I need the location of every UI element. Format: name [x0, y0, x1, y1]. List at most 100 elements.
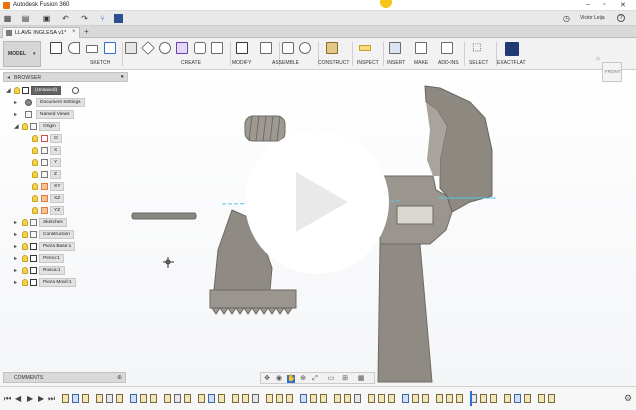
visibility-bulb-icon[interactable]: [22, 279, 28, 286]
visibility-bulb-icon[interactable]: [32, 159, 38, 166]
timeline-feature[interactable]: [344, 394, 351, 403]
timeline-feature[interactable]: [446, 394, 453, 403]
collapse-triangle-icon[interactable]: ◢: [6, 87, 11, 94]
browser-node-root[interactable]: ◢ (Unsaved): [6, 86, 128, 96]
activate-radio-icon[interactable]: [72, 87, 79, 94]
timeline-feature[interactable]: [504, 394, 511, 403]
timeline-feature[interactable]: [106, 394, 113, 403]
home-view-icon[interactable]: ⌂: [596, 56, 600, 62]
timeline-feature[interactable]: [286, 394, 293, 403]
go-to-end-icon[interactable]: ⏭: [48, 394, 55, 404]
pan-icon[interactable]: ✋: [287, 375, 296, 383]
timeline-feature[interactable]: [252, 394, 259, 403]
timeline-feature[interactable]: [548, 394, 555, 403]
browser-node-xy-plane[interactable]: XY: [32, 182, 128, 192]
zoom-icon[interactable]: ⊕: [299, 375, 307, 383]
browser-node-named-views[interactable]: ▸ Named Views: [14, 110, 128, 120]
timeline-feature[interactable]: [184, 394, 191, 403]
timeline-feature[interactable]: [276, 394, 283, 403]
timeline-feature[interactable]: [130, 394, 137, 403]
timeline-feature[interactable]: [116, 394, 123, 403]
collapse-panel-icon[interactable]: ◂: [7, 74, 10, 81]
visibility-bulb-icon[interactable]: [22, 267, 28, 274]
timeline-feature[interactable]: [412, 394, 419, 403]
browser-node-x-axis[interactable]: X: [32, 146, 128, 156]
expand-triangle-icon[interactable]: ▸: [14, 219, 17, 226]
browser-node-pieza-base[interactable]: ▸ Pieza Base:1: [14, 242, 128, 252]
timeline-feature[interactable]: [62, 394, 69, 403]
expand-triangle-icon[interactable]: ▸: [14, 243, 17, 250]
play-timeline-icon[interactable]: ▶: [27, 394, 33, 403]
timeline-feature[interactable]: [174, 394, 181, 403]
viewports-icon[interactable]: ▦: [357, 375, 365, 383]
timeline-feature[interactable]: [490, 394, 497, 403]
timeline-feature[interactable]: [150, 394, 157, 403]
timeline-feature[interactable]: [300, 394, 307, 403]
visibility-bulb-icon[interactable]: [32, 207, 38, 214]
timeline-feature[interactable]: [354, 394, 361, 403]
timeline-feature[interactable]: [208, 394, 215, 403]
comments-panel[interactable]: COMMENTS ⊕: [3, 372, 126, 383]
step-back-icon[interactable]: ◀: [15, 394, 21, 403]
visibility-bulb-icon[interactable]: [32, 183, 38, 190]
timeline-feature[interactable]: [266, 394, 273, 403]
timeline-feature[interactable]: [242, 394, 249, 403]
timeline-feature[interactable]: [140, 394, 147, 403]
expand-triangle-icon[interactable]: ▸: [14, 231, 17, 238]
play-icon[interactable]: [296, 172, 348, 232]
step-forward-icon[interactable]: ▶: [38, 394, 44, 403]
browser-node-pieza-movil[interactable]: ▸ Pieza Movil:1: [14, 278, 128, 288]
timeline-marker[interactable]: [470, 391, 472, 406]
visibility-bulb-icon[interactable]: [32, 147, 38, 154]
visibility-bulb-icon[interactable]: [14, 87, 20, 94]
timeline-feature[interactable]: [198, 394, 205, 403]
expand-triangle-icon[interactable]: ▸: [14, 267, 17, 274]
browser-header[interactable]: ◂ BROWSER ●: [3, 72, 128, 82]
display-settings-icon[interactable]: ▭: [327, 375, 335, 383]
add-comment-icon[interactable]: ⊕: [117, 374, 122, 381]
timeline-feature[interactable]: [96, 394, 103, 403]
timeline-feature[interactable]: [72, 394, 79, 403]
view-cube[interactable]: ⌂ FRONT: [596, 56, 626, 84]
collapse-triangle-icon[interactable]: ◢: [14, 123, 19, 130]
look-at-icon[interactable]: ◉: [275, 375, 283, 383]
timeline-feature[interactable]: [310, 394, 317, 403]
browser-node-y-axis[interactable]: Y: [32, 158, 128, 168]
timeline-feature[interactable]: [388, 394, 395, 403]
fit-icon[interactable]: ⤢: [311, 375, 319, 383]
timeline-feature[interactable]: [524, 394, 531, 403]
timeline-feature[interactable]: [368, 394, 375, 403]
browser-node-rosca[interactable]: ▸ Rosca:1: [14, 266, 128, 276]
browser-node-yz-plane[interactable]: YZ: [32, 206, 128, 216]
visibility-bulb-icon[interactable]: [32, 135, 38, 142]
browser-node-construction[interactable]: ▸ Construction: [14, 230, 128, 240]
pin-panel-icon[interactable]: ●: [120, 74, 124, 80]
timeline-feature[interactable]: [456, 394, 463, 403]
expand-triangle-icon[interactable]: ▸: [14, 279, 17, 286]
browser-node-xz-plane[interactable]: XZ: [32, 194, 128, 204]
timeline-settings-icon[interactable]: ⚙: [624, 393, 632, 404]
grid-settings-icon[interactable]: ⊞: [341, 375, 349, 383]
visibility-bulb-icon[interactable]: [22, 219, 28, 226]
expand-triangle-icon[interactable]: ▸: [14, 111, 17, 118]
browser-node-origin[interactable]: ◢ Origin: [14, 122, 128, 132]
expand-triangle-icon[interactable]: ▸: [14, 99, 17, 106]
timeline-feature[interactable]: [82, 394, 89, 403]
visibility-bulb-icon[interactable]: [32, 195, 38, 202]
timeline-feature[interactable]: [378, 394, 385, 403]
timeline-feature[interactable]: [232, 394, 239, 403]
timeline-feature[interactable]: [334, 394, 341, 403]
timeline-feature[interactable]: [422, 394, 429, 403]
timeline-feature[interactable]: [402, 394, 409, 403]
browser-node-document-settings[interactable]: ▸ Document Settings: [14, 98, 128, 108]
go-to-start-icon[interactable]: ⏮: [4, 394, 11, 404]
visibility-bulb-icon[interactable]: [22, 123, 28, 130]
expand-triangle-icon[interactable]: ▸: [14, 255, 17, 262]
timeline-feature[interactable]: [164, 394, 171, 403]
visibility-bulb-icon[interactable]: [32, 171, 38, 178]
browser-node-origin-point[interactable]: O: [32, 134, 128, 144]
browser-node-z-axis[interactable]: Z: [32, 170, 128, 180]
visibility-bulb-icon[interactable]: [22, 255, 28, 262]
browser-node-sketches[interactable]: ▸ Sketches: [14, 218, 128, 228]
timeline-feature[interactable]: [218, 394, 225, 403]
